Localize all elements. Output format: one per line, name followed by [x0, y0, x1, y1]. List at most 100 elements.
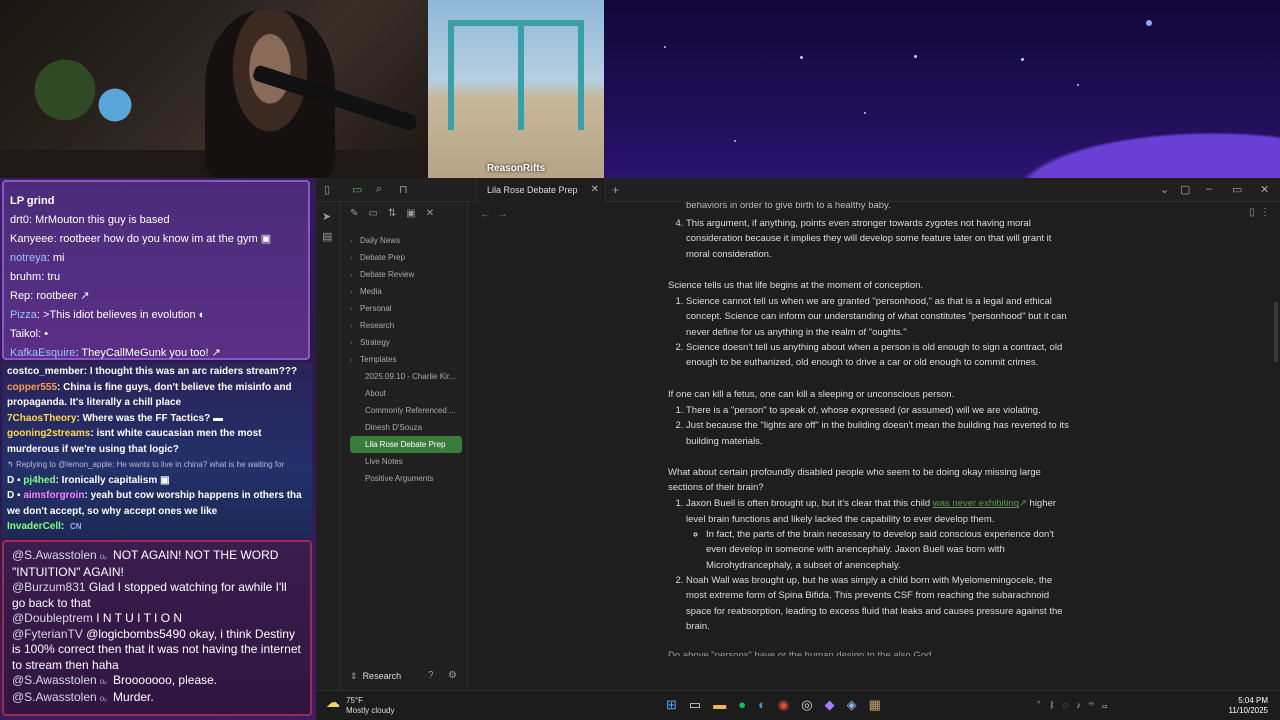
- file-commonly-referenced[interactable]: Commonly Referenced ...: [350, 402, 462, 419]
- list-item: Just because the "lights are off" in the…: [686, 418, 1070, 449]
- list-item: Science doesn't tell us anything about w…: [686, 340, 1070, 371]
- reading-view-icon[interactable]: ▯ ⋮: [1249, 207, 1270, 218]
- cloud-sun-icon: ☁: [326, 694, 340, 710]
- clock-time: 5:04 PM: [1238, 696, 1268, 705]
- search-icon[interactable]: ⌕: [376, 183, 382, 196]
- editor-pane: ← → ▯ ⋮ behaviors in order to give birth…: [468, 202, 1280, 690]
- sublist: In fact, the parts of the brain necessar…: [706, 527, 1070, 573]
- steam-icon[interactable]: ◈: [847, 697, 869, 712]
- title-bar: ▯ ▭ ⌕ ⊓ Lila Rose Debate Prep ✕ + ⌄ ▢ – …: [316, 178, 1280, 202]
- list: There is a "person" to speak of, whose e…: [686, 403, 1070, 449]
- figurine-decoration: [95, 85, 135, 135]
- network-icon[interactable]: ◌: [1063, 700, 1076, 710]
- folder-strategy[interactable]: › Strategy: [350, 334, 462, 351]
- emote-icon: ↗: [80, 290, 90, 302]
- volume-icon[interactable]: ♪: [1076, 700, 1089, 710]
- vault-switcher[interactable]: ⇕ Research ? ⚙: [340, 664, 468, 690]
- scrollbar[interactable]: [1274, 302, 1278, 362]
- emote-icon: ▣: [160, 474, 170, 486]
- partial-line: behaviors in order to give birth to a he…: [686, 202, 891, 211]
- chat-message: Rep: rootbeer ↗: [10, 290, 90, 302]
- pages-icon[interactable]: ▤: [322, 230, 332, 243]
- folder-research[interactable]: › Research: [350, 317, 462, 334]
- chat-message: Taikol: •: [10, 328, 49, 340]
- chat-message: gooning2streams: isnt white caucasian me…: [7, 428, 262, 455]
- chat-message: @S.Awasstolen oᵥ Murder.: [12, 689, 154, 704]
- chat-header: LP grind: [10, 195, 55, 207]
- partial-line: Do above "persons" have or the human des…: [668, 650, 940, 657]
- file-live-notes[interactable]: Live Notes: [350, 453, 462, 470]
- folder-personal[interactable]: › Personal: [350, 300, 462, 317]
- start-icon[interactable]: ⊞: [666, 697, 689, 712]
- bookmark-icon[interactable]: ⊓: [399, 183, 408, 196]
- file-about[interactable]: About: [350, 385, 462, 402]
- help-icon[interactable]: ?: [428, 670, 434, 681]
- space-background: [604, 0, 1280, 178]
- close-tab-icon[interactable]: ✕: [591, 184, 599, 195]
- bluetooth-icon[interactable]: ᛒ: [1049, 700, 1062, 710]
- file-charlie-kirk[interactable]: 2025.09.10 - Charlie Kir...: [350, 368, 462, 385]
- emote-icon: •: [44, 328, 49, 340]
- obsidian-icon[interactable]: ◆: [825, 697, 847, 712]
- send-icon[interactable]: ➤: [322, 210, 331, 223]
- file-dinesh-dsouza[interactable]: Dinesh D'Souza: [350, 419, 462, 436]
- file-explorer-icon[interactable]: ▬: [713, 697, 738, 712]
- beach-feed-label: ReasonRifts: [486, 163, 546, 174]
- list: Jaxon Buell is often brought up, but it'…: [686, 496, 1070, 634]
- close-window-icon[interactable]: ✕: [1260, 183, 1269, 196]
- folder-media[interactable]: › Media: [350, 283, 462, 300]
- settings-gear-icon[interactable]: ⚙: [448, 670, 457, 681]
- file-positive-arguments[interactable]: Positive Arguments: [350, 470, 462, 487]
- maximize-icon[interactable]: ▭: [1232, 183, 1242, 196]
- explorer-toolbar: ✎ ▭ ⇅ ▣ ✕: [350, 208, 444, 219]
- weather-widget[interactable]: ☁ 75°F Mostly cloudy: [326, 694, 395, 716]
- folder-icon[interactable]: ▭: [352, 183, 362, 196]
- system-tray: ⌃ᛒ◌♪⌔▭: [1036, 700, 1115, 710]
- chat-message: copper555: China is fine guys, don't bel…: [7, 381, 292, 409]
- folder-templates[interactable]: › Templates: [350, 351, 462, 368]
- app-icon[interactable]: ▦: [869, 697, 893, 712]
- sidebar-toggle-icon[interactable]: ▯: [324, 183, 330, 196]
- new-folder-icon[interactable]: ▭: [368, 208, 377, 219]
- spotify-icon[interactable]: ●: [738, 697, 758, 712]
- chevron-down-icon[interactable]: ⌄: [1160, 183, 1169, 196]
- chat-overlay-bottom: @S.Awasstolen oᵥ NOT AGAIN! NOT THE WORD …: [2, 540, 312, 716]
- external-link[interactable]: was never exhibiting: [933, 498, 1019, 509]
- folder-debate-review[interactable]: › Debate Review: [350, 266, 462, 283]
- obs-icon[interactable]: ◎: [801, 697, 824, 712]
- chrome-icon[interactable]: ◉: [778, 697, 801, 712]
- folder-daily-news[interactable]: › Daily News: [350, 232, 462, 249]
- chat-reply-context: ↰ Replying to @lemon_apple: He wants to …: [7, 460, 285, 469]
- taskbar-clock[interactable]: 5:04 PM 11/10/2025: [1229, 696, 1268, 716]
- new-tab-icon[interactable]: +: [612, 183, 619, 197]
- chat-message: @FyterianTV @logicbombs5490 okay, i thin…: [12, 626, 301, 672]
- external-link-icon: ↗: [1018, 498, 1027, 510]
- battery-icon[interactable]: ▭: [1102, 700, 1115, 710]
- layout-icon[interactable]: ▢: [1180, 183, 1190, 196]
- wifi-icon[interactable]: ⌔: [1089, 700, 1102, 710]
- folder-debate-prep[interactable]: › Debate Prep: [350, 249, 462, 266]
- chat-message: @S.Awasstolen oᵥ Brooooooo, please.: [12, 673, 218, 687]
- back-forward-icon[interactable]: ← →: [480, 208, 508, 220]
- file-tree: › Daily News › Debate Prep › Debate Review …: [350, 232, 462, 487]
- emote-icon: ▣: [260, 233, 272, 245]
- close-icon[interactable]: ✕: [426, 208, 434, 219]
- collapse-icon[interactable]: ▣: [406, 208, 415, 219]
- emote-icon: ◐: [198, 309, 206, 321]
- paragraph: If one can kill a fetus, one can kill a …: [668, 388, 955, 400]
- list-item: Science cannot tell us when we are grant…: [686, 294, 1070, 340]
- tray-arrow-icon[interactable]: ⌃: [1036, 700, 1049, 710]
- file-lila-rose-debate-prep[interactable]: Lila Rose Debate Prep: [350, 436, 462, 453]
- sort-icon[interactable]: ⇅: [388, 208, 396, 219]
- chat-message: @S.Awasstolen oᵥ NOT AGAIN! NOT THE WORD …: [12, 548, 279, 579]
- list-item: This argument, if anything, points even …: [686, 216, 1070, 262]
- chat-message: InvaderCell: CN: [7, 521, 82, 532]
- edge-icon[interactable]: ◐: [758, 697, 778, 712]
- weather-condition: Mostly cloudy: [346, 706, 395, 715]
- minimize-icon[interactable]: –: [1206, 183, 1212, 195]
- task-view-icon[interactable]: ▭: [689, 697, 713, 712]
- tab-lila-rose[interactable]: Lila Rose Debate Prep ✕: [476, 178, 606, 202]
- webcam-feed: [0, 0, 428, 178]
- new-note-icon[interactable]: ✎: [350, 208, 358, 219]
- list-item: Jaxon Buell is often brought up, but it'…: [686, 496, 1070, 572]
